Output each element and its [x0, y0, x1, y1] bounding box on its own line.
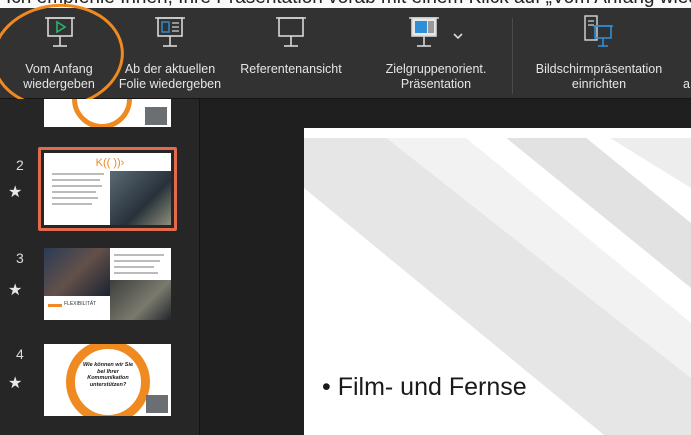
text-line — [52, 197, 98, 199]
question-text: Wie können wir Sie bei Ihrer Kommunikati… — [72, 362, 144, 388]
bullet-dot: • — [322, 373, 338, 401]
crew-photo — [110, 280, 171, 320]
bullet-text: Film- und Fernse — [337, 373, 527, 401]
setup-slideshow-label: Bildschirmpräsentation einrichten — [499, 62, 691, 92]
speaker-photo — [145, 107, 167, 125]
slide-thumbnail-3[interactable]: FLEXIBILITÄT — [44, 248, 171, 320]
play-current-slide-icon — [155, 17, 185, 47]
orange-ring-graphic — [72, 99, 132, 127]
camera-photo — [110, 171, 171, 225]
animation-star-icon: ★ — [8, 375, 23, 392]
slide-thumbnail-pane[interactable]: 2 ★ K(( ))› 3 ★ FLEXIBILITÄT 4 ★ Wie kön… — [0, 99, 200, 435]
speaker-photo — [146, 395, 168, 413]
text-line — [52, 185, 102, 187]
play-from-start-icon — [45, 17, 75, 47]
slide-editor-area[interactable]: • Film- und Fernse — [200, 99, 691, 435]
studio-photo — [44, 248, 110, 296]
text-line — [52, 179, 100, 181]
text-line — [114, 260, 160, 262]
custom-show-icon — [409, 17, 439, 47]
question-line: unterstützen? — [89, 381, 127, 388]
slide-thumbnail-1[interactable] — [44, 99, 171, 127]
logo-graphic: K(( ))› — [95, 157, 125, 169]
slide-bullet-text[interactable]: • Film- und Fernse — [322, 373, 527, 402]
label-line-2: einrichten — [571, 77, 627, 91]
slide-number: 4 — [16, 346, 24, 362]
text-line — [52, 203, 92, 205]
text-line — [52, 173, 104, 175]
setup-slideshow-button[interactable]: Bildschirmpräsentation einrichten — [524, 8, 674, 98]
next-button-label-fragment[interactable]: a — [683, 77, 690, 91]
setup-slideshow-icon — [584, 15, 613, 47]
slide-thumbnail-4[interactable]: Wie können wir Sie bei Ihrer Kommunikati… — [44, 344, 171, 416]
caption-strip: Ich empfehle Ihnen, Ihre Präsentation vo… — [0, 0, 691, 8]
chevron-down-icon[interactable] — [453, 32, 463, 40]
caption-block — [44, 296, 110, 320]
slide-thumbnail-2[interactable]: K(( ))› — [44, 153, 171, 225]
animation-star-icon: ★ — [8, 282, 23, 299]
presenter-view-icon — [276, 17, 306, 47]
slide-number: 2 — [16, 157, 24, 173]
text-line — [114, 254, 164, 256]
text-line — [114, 272, 158, 274]
animation-star-icon: ★ — [8, 184, 23, 201]
caption-text: Ich empfehle Ihnen, Ihre Präsentation vo… — [6, 0, 691, 8]
text-line — [52, 191, 96, 193]
slide-top-margin — [304, 128, 691, 138]
accent-bar — [48, 304, 62, 307]
presenter-view-button[interactable]: Referentenansicht — [232, 8, 350, 98]
label-line-1: Bildschirmpräsentation — [535, 62, 663, 76]
play-current-slide-button[interactable]: Ab der aktuellen Folie wiedergeben — [110, 8, 230, 98]
slideshow-ribbon: Vom Anfang wiedergeben Ab der aktuellen … — [0, 8, 691, 99]
slide-tag-text: FLEXIBILITÄT — [64, 301, 97, 307]
slide-number: 3 — [16, 250, 24, 266]
text-line — [114, 266, 154, 268]
custom-show-button[interactable]: Zielgruppenorient. Präsentation — [362, 8, 510, 98]
